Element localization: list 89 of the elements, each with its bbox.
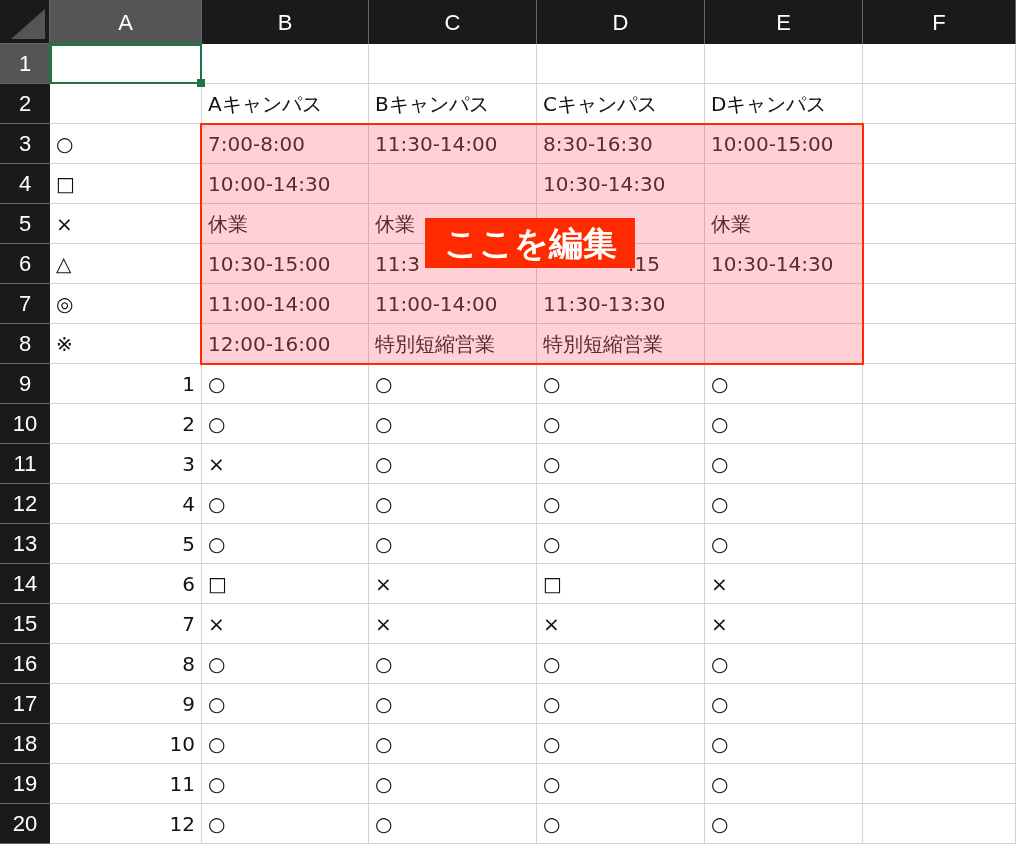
cell-text: □: [208, 570, 227, 598]
cell-text: ×: [375, 570, 392, 598]
cell-text: ×: [711, 570, 728, 598]
cell-text: ○: [208, 530, 226, 558]
cell-text: 8: [182, 650, 195, 678]
cell-text: □: [56, 170, 75, 198]
cell-text: ○: [375, 370, 393, 398]
cell-text: ×: [543, 610, 560, 638]
cell-text: ○: [375, 490, 393, 518]
cell-text: ○: [208, 370, 226, 398]
cell-text: ○: [208, 770, 226, 798]
cell-text: 11:00-14:00: [375, 290, 498, 318]
cell-text: ○: [56, 130, 74, 158]
cell-text: 特別短縮営業: [375, 330, 495, 358]
cell-text: ○: [543, 410, 561, 438]
cell-text: 10:00-14:30: [208, 170, 331, 198]
edit-here-tooltip: ここを編集: [425, 218, 635, 268]
cell-text: ×: [56, 210, 73, 238]
cell-text: ○: [543, 450, 561, 478]
cell-text: Cキャンパス: [543, 90, 657, 118]
cell-text: 11:30-14:00: [375, 130, 498, 158]
cell-text: ○: [543, 530, 561, 558]
cell-text: ◎: [56, 290, 74, 318]
cell-text: ○: [543, 370, 561, 398]
cell-text: 11: [169, 770, 195, 798]
cell-text: ○: [711, 690, 729, 718]
cell-text: 特別短縮営業: [543, 330, 663, 358]
cell-text: ○: [208, 810, 226, 838]
cell-text: 11:3: [375, 250, 420, 278]
cell-text: 7:00-8:00: [208, 130, 306, 158]
cell-text: ○: [543, 690, 561, 718]
cell-text: ○: [711, 490, 729, 518]
cell-text: ×: [208, 450, 225, 478]
cell-text: 10:00-15:00: [711, 130, 834, 158]
cell-text: ×: [711, 610, 728, 638]
cell-text: 休業: [711, 210, 751, 238]
cell-text: 10:30-14:30: [543, 170, 666, 198]
cell-text: 6: [182, 570, 195, 598]
cell-text: 11:30-13:30: [543, 290, 666, 318]
cell-text: ○: [375, 650, 393, 678]
cell-text: 休業: [375, 210, 415, 238]
cell-text: ○: [375, 410, 393, 438]
cell-text: ○: [208, 650, 226, 678]
cell-text: 11:00-14:00: [208, 290, 331, 318]
cell-text: ○: [208, 410, 226, 438]
cell-text: ○: [375, 730, 393, 758]
cell-text: ○: [543, 770, 561, 798]
cell-text: ○: [543, 650, 561, 678]
cell-text: 8:30-16:30: [543, 130, 653, 158]
cell-text: ○: [543, 490, 561, 518]
cell-text: ○: [711, 810, 729, 838]
cell-text: ○: [375, 690, 393, 718]
cell-text: 2: [182, 410, 195, 438]
cell-text: ○: [375, 810, 393, 838]
cell-text: 1: [182, 370, 195, 398]
cell-text: ○: [543, 810, 561, 838]
cell-text: ○: [711, 530, 729, 558]
cell-text: 休業: [208, 210, 248, 238]
cell-text: ○: [711, 650, 729, 678]
cell-text: ×: [375, 610, 392, 638]
cell-text: ○: [711, 730, 729, 758]
cell-text: ○: [208, 730, 226, 758]
cell-text: ○: [711, 770, 729, 798]
cell-text: 4: [182, 490, 195, 518]
cell-text: 10: [169, 730, 195, 758]
cell-text: 9: [182, 690, 195, 718]
cell-text: △: [56, 250, 72, 278]
cell-text: ○: [375, 770, 393, 798]
cell-text: 7: [182, 610, 195, 638]
cell-text: 12:00-16:00: [208, 330, 331, 358]
cell-text: ○: [208, 690, 226, 718]
cell-text: Aキャンパス: [208, 90, 322, 118]
cell-text: ○: [711, 410, 729, 438]
cell-text: ○: [208, 490, 226, 518]
cell-text: 10:30-15:00: [208, 250, 331, 278]
cell-text: 5: [182, 530, 195, 558]
cell-text: Dキャンパス: [711, 90, 827, 118]
cell-text: ○: [375, 530, 393, 558]
cell-text: ○: [375, 450, 393, 478]
cell-text: ○: [711, 370, 729, 398]
cell-text: 12: [169, 810, 195, 838]
cell-text: 3: [182, 450, 195, 478]
cell-text: ×: [208, 610, 225, 638]
cell-text: ※: [56, 330, 73, 358]
cell-text: Bキャンパス: [375, 90, 489, 118]
cell-text: ○: [543, 730, 561, 758]
cell-text: □: [543, 570, 562, 598]
cell-text: 10:30-14:30: [711, 250, 834, 278]
cell-text: ○: [711, 450, 729, 478]
